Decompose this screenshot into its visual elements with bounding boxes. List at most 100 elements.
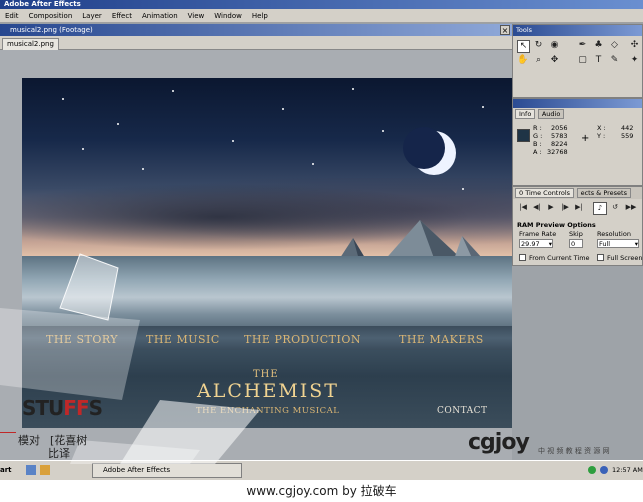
mask-tool-icon[interactable]: ▢ [577,55,588,66]
watermark-text: 模对 [18,434,40,447]
full-screen-checkbox[interactable] [597,254,604,261]
play-icon[interactable]: ▶ [545,202,557,213]
info-g-label: G : [533,132,543,140]
taskbar-item-after-effects[interactable]: Adobe After Effects [92,463,242,478]
menu-edit[interactable]: Edit [0,12,24,20]
type-tool-icon[interactable]: T [593,55,604,66]
star [142,168,144,170]
tab-info[interactable]: Info [515,109,536,119]
contact-link[interactable]: CONTACT [437,406,488,416]
menu-composition[interactable]: Composition [24,12,78,20]
nav-the-production[interactable]: THE PRODUCTION [244,333,361,346]
footage-tab-bar: musical2.png [0,36,512,50]
info-a-value: 32768 [547,148,568,156]
star [172,90,174,92]
info-g-value: 5783 [551,132,568,140]
full-screen-label: Full Screen [607,254,643,262]
ram-preview-options-heading: RAM Preview Options [517,221,596,229]
quick-launch-icon[interactable] [40,465,50,475]
frame-rate-label: Frame Rate [519,230,557,238]
info-b-label: B : [533,140,542,148]
menu-effect[interactable]: Effect [107,12,137,20]
audio-icon[interactable]: ♪ [593,202,607,215]
star [462,188,464,190]
eraser-tool-icon[interactable]: ◇ [609,40,620,51]
stuffs-logo: STUFFS [22,396,103,420]
tools-panel-title: Tools [513,25,642,36]
info-b-value: 8224 [551,140,568,148]
window-close-icon[interactable]: × [500,25,510,35]
footage-window-title-bar[interactable]: musical2.png (Footage) [0,24,512,36]
clock: 12:57 AM [612,466,643,474]
info-a-label: A : [533,148,542,156]
info-panel: Info Audio R : 2056 G : 5783 B : 8224 A … [512,98,643,186]
quick-launch-icon[interactable] [26,465,36,475]
from-current-time-checkbox[interactable] [519,254,526,261]
star [62,98,64,100]
info-x-value: 442 [621,124,634,132]
footer-credit: www.cgjoy.com by 拉破车 [0,480,643,502]
loop-icon[interactable]: ↺ [609,202,621,213]
star [382,130,384,132]
info-r-value: 2056 [551,124,568,132]
menu-bar: Edit Composition Layer Effect Animation … [0,9,643,23]
star [482,106,484,108]
brush-tool-icon[interactable]: ✎ [609,55,620,66]
from-current-time-label: From Current Time [529,254,590,262]
info-y-label: Y : [597,132,606,140]
next-frame-icon[interactable]: |▶ [559,202,571,213]
menu-animation[interactable]: Animation [137,12,183,20]
tools-panel: Tools ↖ ↻ ◉ ✒ ♣ ◇ ✋ ⌕ ✥ ▢ T ✎ ✣ ✦ [512,24,643,98]
tab-audio[interactable]: Audio [537,109,565,119]
tab-time-controls[interactable]: 0 Time Controls [515,188,575,198]
ram-preview-icon[interactable]: ▶▶ [625,202,637,213]
skip-label: Skip [569,230,583,238]
app-title: Adobe After Effects [4,0,81,8]
zoom-tool-icon[interactable]: ⌕ [533,55,544,66]
info-x-label: X : [597,124,606,132]
divider [0,432,16,433]
footage-window-title: musical2.png (Footage) [10,26,93,34]
tray-network-icon[interactable] [588,466,596,474]
cgjoy-tagline: 中 视 频 教 程 资 源 网 [538,447,610,455]
axis-tool-icon[interactable]: ✣ [629,40,640,51]
prev-frame-icon[interactable]: ◀| [531,202,543,213]
rotate-tool-icon[interactable]: ↻ [533,40,544,51]
menu-view[interactable]: View [183,12,210,20]
resolution-label: Resolution [597,230,631,238]
selection-tool-icon[interactable]: ↖ [517,40,530,53]
first-frame-icon[interactable]: |◀ [517,202,529,213]
star [282,108,284,110]
pan-behind-tool-icon[interactable]: ✥ [549,55,560,66]
frame-rate-select[interactable]: 29.97 ▾ [519,239,553,248]
hand-tool-icon[interactable]: ✋ [517,55,528,66]
camera-tool-icon[interactable]: ◉ [549,40,560,51]
start-button[interactable]: art [0,463,20,478]
cgjoy-logo: cgjoy [468,430,530,455]
panel-empty-area [512,266,643,460]
app-title-bar: Adobe After Effects [0,0,643,9]
orbit-tool-icon[interactable]: ✦ [629,55,640,66]
stamp-tool-icon[interactable]: ♣ [593,40,604,51]
pen-tool-icon[interactable]: ✒ [577,40,588,51]
color-swatch [517,129,530,142]
last-frame-icon[interactable]: ▶| [573,202,585,213]
tray-volume-icon[interactable] [600,466,608,474]
tab-effects-presets[interactable]: ects & Presets [576,188,631,198]
footage-tab[interactable]: musical2.png [2,38,59,50]
crosshair-icon: + [581,133,590,144]
info-y-value: 559 [621,132,634,140]
star [82,148,84,150]
star [352,88,354,90]
watermark-text: 比译 [48,447,70,460]
menu-layer[interactable]: Layer [77,12,107,20]
info-r-label: R : [533,124,542,132]
nav-the-makers[interactable]: THE MAKERS [399,333,484,346]
star [312,163,314,165]
menu-help[interactable]: Help [247,12,273,20]
star [117,123,119,125]
skip-field[interactable]: 0 [569,239,583,248]
menu-window[interactable]: Window [209,12,247,20]
info-panel-title-bar [513,99,642,108]
resolution-select[interactable]: Full ▾ [597,239,639,248]
